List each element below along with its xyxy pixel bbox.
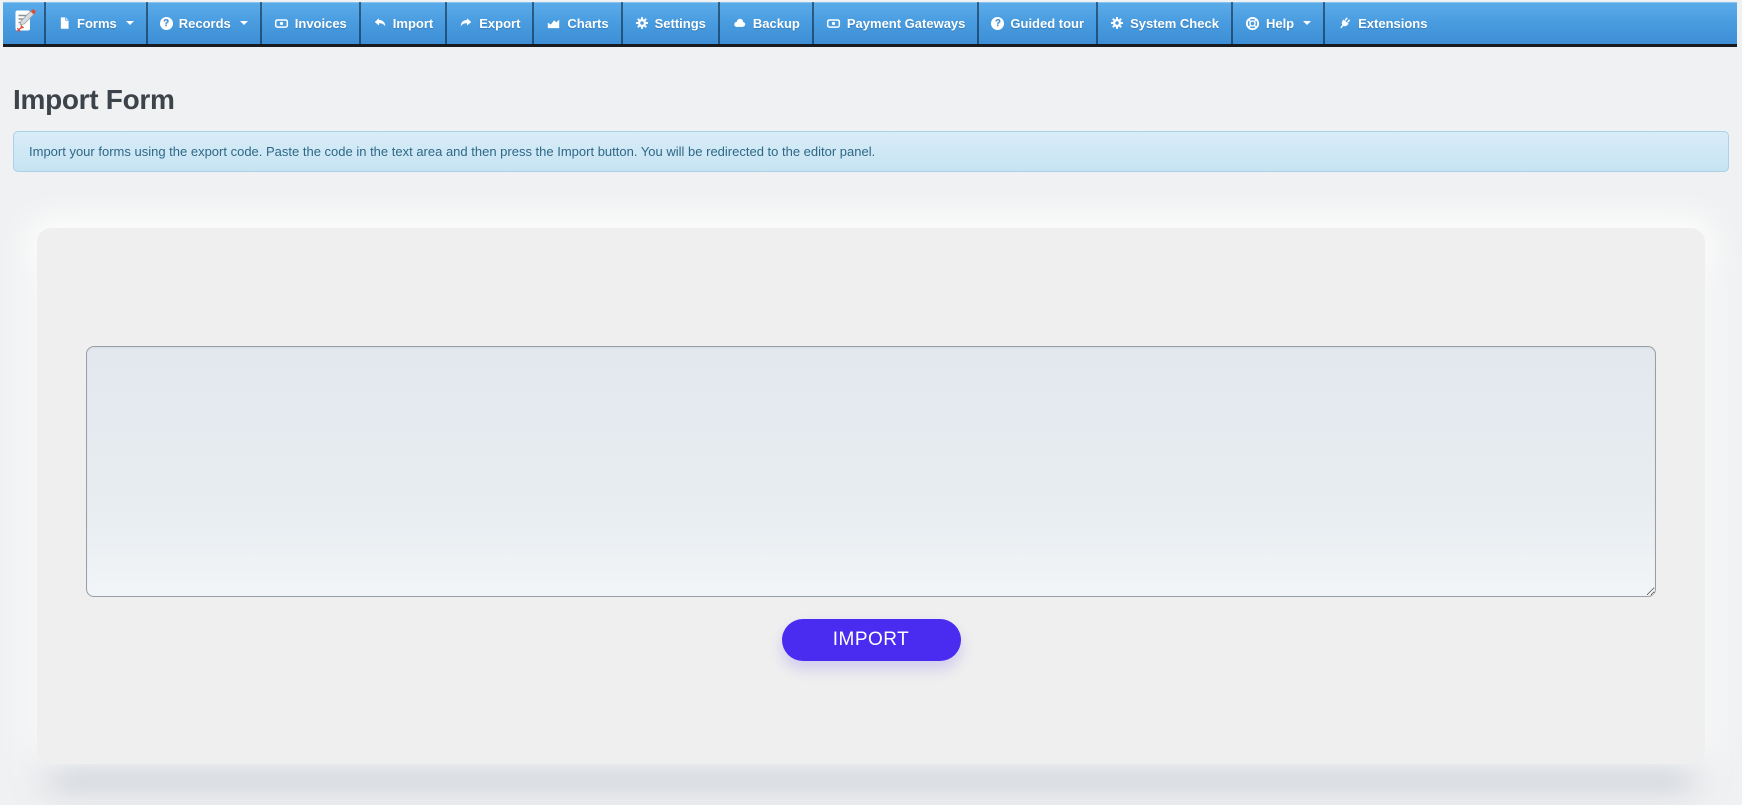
chevron-down-icon [239,21,248,25]
gear-icon [1110,16,1124,30]
nav-item-label: Backup [752,15,800,31]
nav-item-label: Settings [654,15,706,31]
nav-item-payment-gateways[interactable]: Payment Gateways [811,2,978,44]
nav-item-guided-tour[interactable]: Guided tour [977,2,1096,44]
nav-item-export[interactable]: Export [445,2,532,44]
nav-item-label: System Check [1130,15,1219,31]
nav-item-records[interactable]: Records [145,2,260,44]
nav-item-label: Charts [567,15,609,31]
nav-item-label: Payment Gateways [846,15,966,31]
nav-item-help[interactable]: Help [1230,2,1323,44]
page-title: Import Form [13,84,175,115]
nav-item-label: Export [479,15,521,31]
plug-icon [1337,16,1352,31]
life-ring-icon [1245,16,1260,31]
area-chart-icon [546,16,561,30]
main-content: Import Form Import your forms using the … [0,86,1742,764]
gear-icon [635,16,649,30]
import-button[interactable]: IMPORT [781,619,961,661]
chevron-down-icon [125,21,134,25]
nav-item-forms[interactable]: Forms [44,2,146,44]
info-alert-message: Import your forms using the export code.… [29,144,876,159]
app-logo[interactable] [3,2,44,44]
form-pencil-logo-icon [11,8,37,39]
top-navbar: Forms Records Invoices Import Export Cha… [3,2,1737,47]
nav-item-charts[interactable]: Charts [532,2,620,44]
nav-item-system-check[interactable]: System Check [1096,2,1231,44]
question-circle-icon [991,16,1005,30]
nav-item-label: Invoices [294,15,347,31]
nav-item-import[interactable]: Import [358,2,445,44]
nav-item-label: Records [178,15,231,31]
nav-item-label: Guided tour [1010,15,1085,31]
chevron-down-icon [1303,21,1312,25]
money-bill-icon [274,16,289,31]
import-code-textarea[interactable] [86,346,1656,597]
nav-item-settings[interactable]: Settings [620,2,718,44]
cloud-icon [732,16,747,30]
nav-item-label: Import [392,15,434,31]
nav-item-extensions[interactable]: Extensions [1323,2,1439,44]
info-alert: Import your forms using the export code.… [13,131,1729,172]
share-arrow-icon [459,16,473,30]
nav-item-label: Extensions [1358,15,1428,31]
nav-item-label: Forms [77,15,117,31]
money-bill-icon [826,16,841,31]
nav-item-backup[interactable]: Backup [717,2,812,44]
nav-item-label: Help [1265,15,1295,31]
question-circle-icon [159,16,173,30]
import-form-panel: IMPORT [37,228,1705,764]
reply-arrow-icon [373,16,387,30]
file-icon [58,16,71,30]
nav-item-invoices[interactable]: Invoices [259,2,359,44]
